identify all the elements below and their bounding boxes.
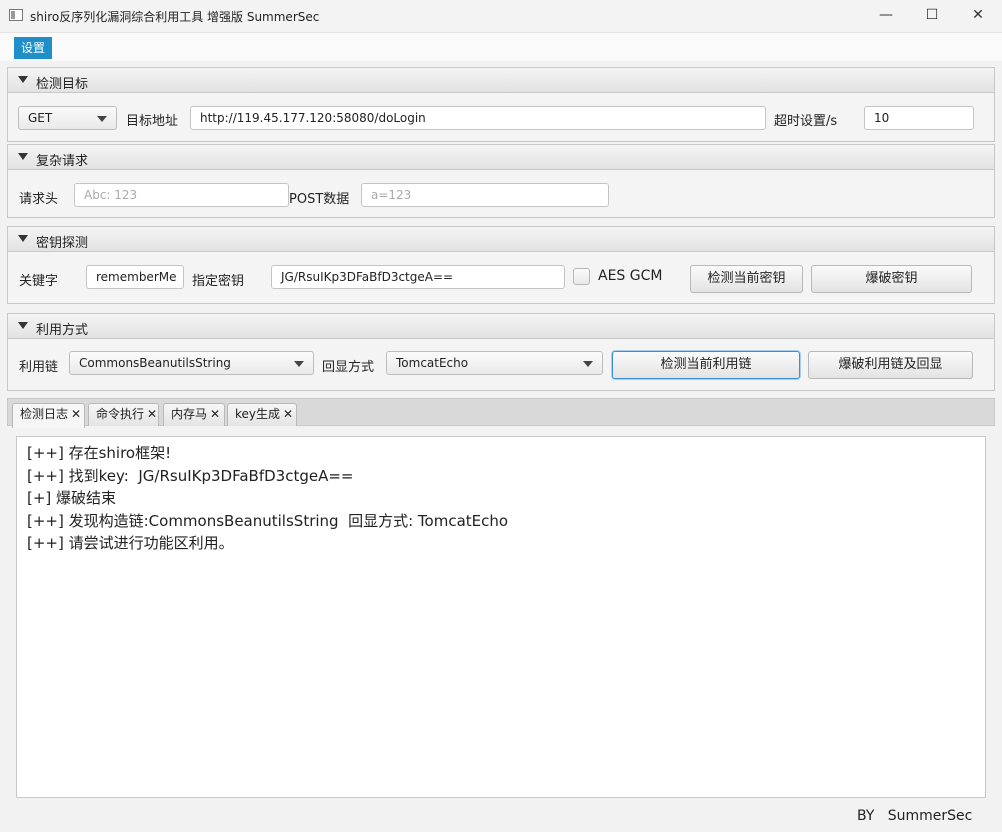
tab-label: key生成 — [235, 407, 281, 421]
collapse-arrow-icon — [18, 235, 28, 242]
close-icon[interactable]: ✕ — [210, 407, 220, 421]
window-title: shiro反序列化漏洞综合利用工具 增强版 SummerSec — [30, 10, 320, 24]
echo-select[interactable]: TomcatEcho — [386, 351, 603, 375]
minimize-button[interactable]: — — [863, 0, 909, 32]
close-icon[interactable]: ✕ — [147, 407, 157, 421]
section-body-exploit: 利用链 CommonsBeanutilsString 回显方式 TomcatEc… — [7, 339, 995, 391]
brute-key-button[interactable]: 爆破密钥 — [811, 265, 972, 293]
method-select[interactable]: GET — [18, 106, 117, 130]
brute-chain-button[interactable]: 爆破利用链及回显 — [808, 351, 973, 379]
chain-select[interactable]: CommonsBeanutilsString — [69, 351, 314, 375]
log-line: [+] 爆破结束 — [27, 489, 117, 507]
chain-label: 利用链 — [19, 360, 59, 375]
post-data-input[interactable]: a=123 — [361, 183, 609, 207]
section-body-complex: 请求头 Abc: 123 POST数据 a=123 — [7, 170, 995, 218]
section-header-exploit[interactable]: 利用方式 — [7, 313, 995, 339]
post-data-label: POST数据 — [289, 192, 350, 207]
tab-label: 命令执行 — [96, 407, 145, 421]
section-header-target[interactable]: 检测目标 — [7, 67, 995, 93]
section-title-exploit: 利用方式 — [36, 323, 89, 338]
tab-label: 检测日志 — [20, 407, 69, 421]
url-label: 目标地址 — [126, 114, 179, 129]
chevron-down-icon — [97, 116, 107, 122]
section-title-complex: 复杂请求 — [36, 154, 89, 169]
echo-select-value: TomcatEcho — [396, 356, 469, 370]
chain-select-value: CommonsBeanutilsString — [79, 356, 231, 370]
collapse-arrow-icon — [18, 76, 28, 83]
section-body-key: 关键字 rememberMe 指定密钥 JG/RsuIKp3DFaBfD3ctg… — [7, 252, 995, 304]
close-icon[interactable]: ✕ — [71, 407, 81, 421]
specify-key-label: 指定密钥 — [192, 274, 245, 289]
footer-credit: BY SummerSec — [857, 808, 973, 824]
check-chain-button[interactable]: 检测当前利用链 — [612, 351, 800, 379]
log-line: [++] 请尝试进行功能区利用。 — [27, 534, 234, 552]
aes-gcm-checkbox[interactable] — [573, 268, 590, 285]
title-bar: shiro反序列化漏洞综合利用工具 增强版 SummerSec — ☐ ✕ — [0, 0, 1002, 33]
tab-detect-log[interactable]: 检测日志 ✕ — [12, 403, 85, 428]
close-icon[interactable]: ✕ — [283, 407, 293, 421]
section-body-target: GET 目标地址 http://119.45.177.120:58080/doL… — [7, 93, 995, 142]
headers-input[interactable]: Abc: 123 — [74, 183, 289, 207]
section-title-target: 检测目标 — [36, 77, 89, 92]
maximize-button[interactable]: ☐ — [909, 0, 955, 32]
chevron-down-icon — [583, 361, 593, 367]
check-key-button[interactable]: 检测当前密钥 — [690, 265, 803, 293]
headers-label: 请求头 — [19, 192, 59, 207]
section-header-key[interactable]: 密钥探测 — [7, 226, 995, 252]
section-header-complex[interactable]: 复杂请求 — [7, 144, 995, 170]
tab-memshell[interactable]: 内存马 ✕ — [163, 403, 225, 426]
collapse-arrow-icon — [18, 153, 28, 160]
key-input[interactable]: JG/RsuIKp3DFaBfD3ctgeA== — [271, 265, 565, 289]
tab-label: 内存马 — [171, 407, 208, 421]
section-title-key: 密钥探测 — [36, 236, 89, 251]
method-select-value: GET — [28, 111, 53, 125]
tab-key-gen[interactable]: key生成 ✕ — [227, 403, 297, 426]
chevron-down-icon — [294, 361, 304, 367]
aes-gcm-label: AES GCM — [598, 268, 663, 284]
keyword-input[interactable]: rememberMe — [86, 265, 184, 289]
collapse-arrow-icon — [18, 322, 28, 329]
menu-settings[interactable]: 设置 — [14, 37, 53, 59]
echo-label: 回显方式 — [322, 360, 375, 375]
log-line: [++] 存在shiro框架! — [27, 444, 172, 462]
tab-strip: 检测日志 ✕ 命令执行 ✕ 内存马 ✕ key生成 ✕ — [7, 398, 995, 428]
log-output[interactable]: [++] 存在shiro框架! [++] 找到key: JG/RsuIKp3DF… — [16, 436, 986, 798]
log-line: [++] 发现构造链:CommonsBeanutilsString 回显方式: … — [27, 511, 509, 530]
app-icon — [9, 9, 23, 21]
close-button[interactable]: ✕ — [955, 0, 1001, 32]
timeout-label: 超时设置/s — [774, 114, 838, 129]
keyword-label: 关键字 — [19, 274, 59, 289]
log-line: [++] 找到key: JG/RsuIKp3DFaBfD3ctgeA== — [27, 466, 354, 485]
timeout-input[interactable]: 10 — [864, 106, 974, 130]
tab-command-exec[interactable]: 命令执行 ✕ — [88, 403, 159, 426]
menu-bar: 设置 — [0, 33, 1002, 61]
url-input[interactable]: http://119.45.177.120:58080/doLogin — [190, 106, 766, 130]
